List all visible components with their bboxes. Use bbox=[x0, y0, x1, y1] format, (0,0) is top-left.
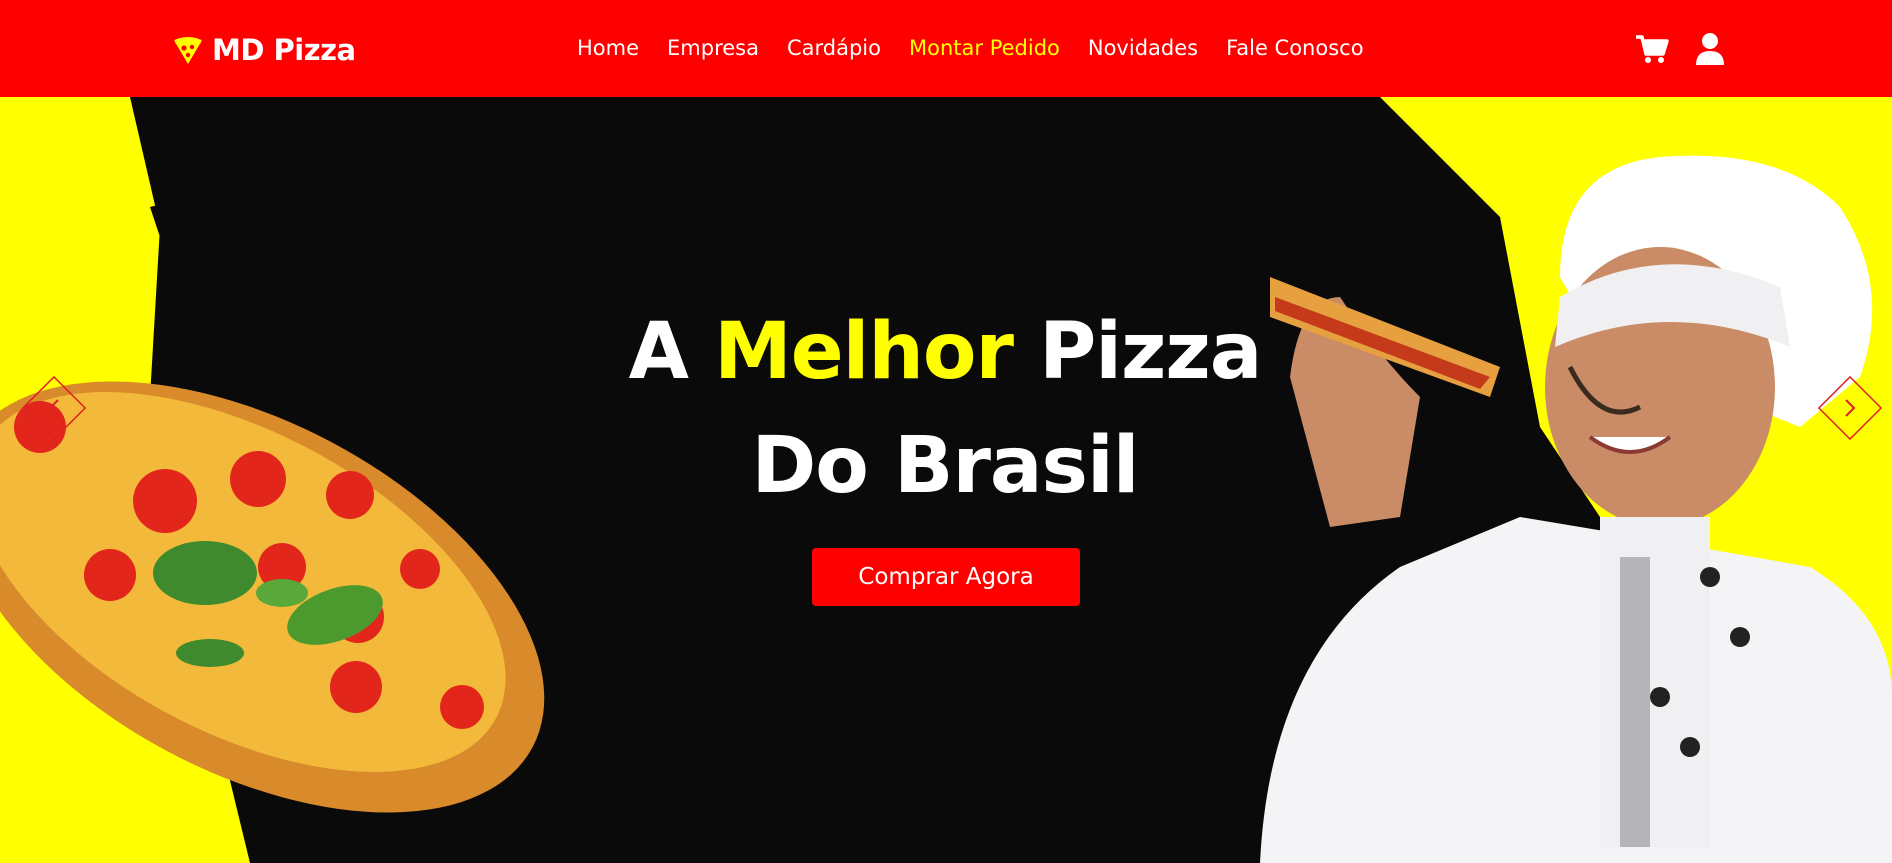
main-nav: Home Empresa Cardápio Montar Pedido Novi… bbox=[577, 36, 1364, 60]
hero-banner: A Melhor Pizza Do Brasil Comprar Agora bbox=[0, 97, 1892, 863]
nav-empresa[interactable]: Empresa bbox=[667, 36, 759, 60]
chevron-left-icon[interactable] bbox=[18, 372, 90, 444]
nav-home[interactable]: Home bbox=[577, 36, 639, 60]
buy-now-button[interactable]: Comprar Agora bbox=[812, 548, 1080, 606]
user-icon[interactable] bbox=[1693, 32, 1727, 66]
nav-montar-pedido[interactable]: Montar Pedido bbox=[909, 36, 1060, 60]
chevron-right-icon[interactable] bbox=[1814, 372, 1886, 444]
nav-novidades[interactable]: Novidades bbox=[1088, 36, 1198, 60]
hero-title-part2: Pizza bbox=[1012, 307, 1262, 397]
site-header: MD Pizza Home Empresa Cardápio Montar Pe… bbox=[0, 0, 1892, 97]
header-actions bbox=[1635, 32, 1727, 66]
brand-name: MD Pizza bbox=[212, 33, 356, 67]
hero-title-line2: Do Brasil bbox=[751, 421, 1140, 511]
hero-title-part1: A bbox=[628, 307, 715, 397]
nav-fale-conosco[interactable]: Fale Conosco bbox=[1226, 36, 1363, 60]
hero-title: A Melhor Pizza Do Brasil bbox=[560, 295, 1330, 523]
cart-icon[interactable] bbox=[1635, 32, 1669, 66]
hero-title-highlight: Melhor bbox=[714, 307, 1014, 397]
pizza-slice-icon bbox=[174, 37, 202, 64]
nav-cardapio[interactable]: Cardápio bbox=[787, 36, 881, 60]
logo[interactable]: MD Pizza bbox=[172, 30, 356, 70]
